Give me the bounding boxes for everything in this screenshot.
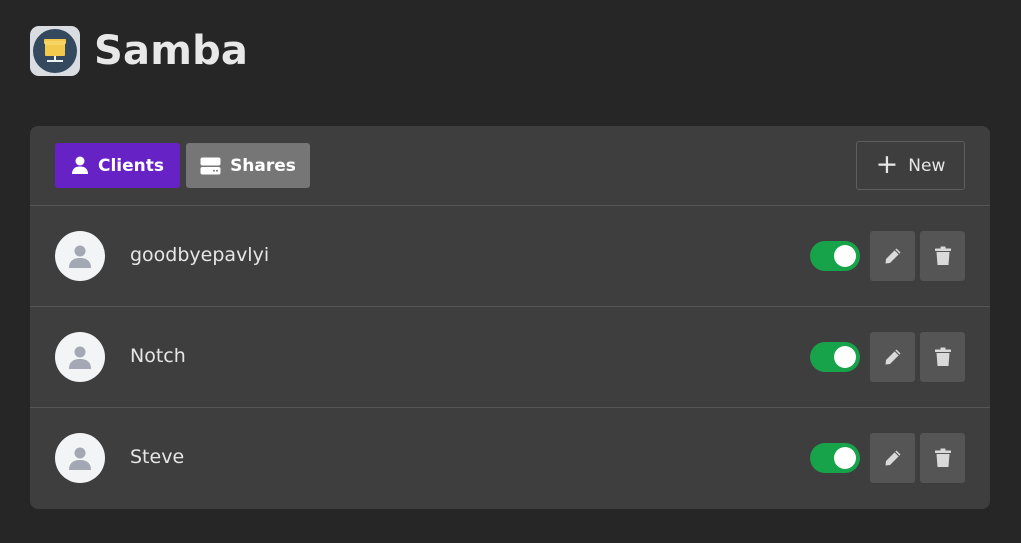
pencil-icon	[885, 450, 900, 466]
client-row: Steve	[30, 408, 990, 509]
client-row: goodbyepavlyi	[30, 206, 990, 307]
page-title: Samba	[94, 28, 249, 74]
user-avatar-icon	[69, 245, 91, 268]
client-enabled-toggle[interactable]	[810, 241, 860, 271]
client-row: Notch	[30, 307, 990, 408]
toolbar: Clients Shares + New	[30, 126, 990, 206]
edit-button[interactable]	[870, 332, 915, 382]
tab-shares-label: Shares	[230, 155, 296, 176]
app-header: Samba	[30, 26, 248, 76]
trash-icon	[934, 448, 951, 467]
trash-icon	[934, 246, 951, 265]
client-name: Notch	[130, 345, 186, 367]
user-icon	[71, 156, 88, 174]
client-name: Steve	[130, 446, 185, 468]
avatar	[55, 332, 105, 382]
pencil-icon	[885, 349, 900, 365]
tab-clients[interactable]: Clients	[55, 143, 180, 188]
delete-button[interactable]	[920, 231, 965, 281]
drive-icon	[200, 157, 221, 174]
new-button-label: New	[908, 155, 946, 176]
client-enabled-toggle[interactable]	[810, 443, 860, 473]
delete-button[interactable]	[920, 332, 965, 382]
edit-button[interactable]	[870, 231, 915, 281]
user-avatar-icon	[69, 447, 91, 470]
clients-panel: Clients Shares + New goodbyepavlyi Notch…	[30, 126, 990, 509]
tab-clients-label: Clients	[97, 155, 164, 176]
edit-button[interactable]	[870, 433, 915, 483]
pencil-icon	[885, 248, 900, 264]
samba-network-folder-icon	[30, 26, 80, 76]
client-name: goodbyepavlyi	[130, 244, 270, 266]
tab-shares[interactable]: Shares	[186, 143, 310, 188]
avatar	[55, 231, 105, 281]
plus-icon: +	[875, 148, 899, 180]
user-avatar-icon	[69, 346, 91, 369]
delete-button[interactable]	[920, 433, 965, 483]
client-enabled-toggle[interactable]	[810, 342, 860, 372]
avatar	[55, 433, 105, 483]
new-client-button[interactable]: + New	[856, 141, 965, 190]
trash-icon	[934, 347, 951, 366]
